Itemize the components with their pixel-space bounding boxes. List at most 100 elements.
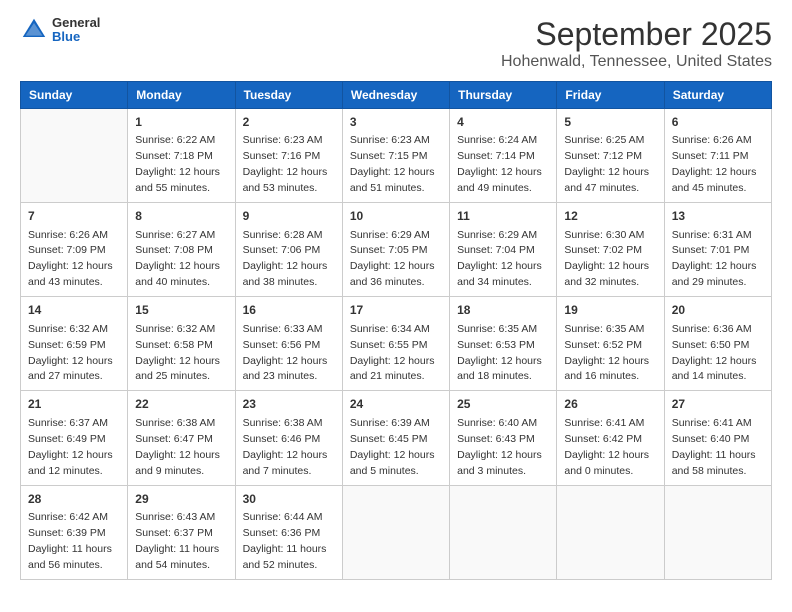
day-number: 18 — [457, 302, 549, 319]
calendar-cell: 25Sunrise: 6:40 AM Sunset: 6:43 PM Dayli… — [450, 391, 557, 485]
day-info: Sunrise: 6:23 AM Sunset: 7:16 PM Dayligh… — [243, 134, 328, 194]
day-number: 1 — [135, 114, 227, 131]
calendar-cell: 12Sunrise: 6:30 AM Sunset: 7:02 PM Dayli… — [557, 203, 664, 297]
calendar-cell: 20 Sunrise: 6:36 AM Sunset: 6:50 PM Dayli… — [664, 297, 771, 391]
day-number: 9 — [243, 208, 335, 225]
day-info: Sunrise: 6:38 AM Sunset: 6:46 PM Dayligh… — [243, 417, 328, 477]
calendar-cell: 4 Sunrise: 6:24 AM Sunset: 7:14 PM Daylig… — [450, 109, 557, 203]
day-number: 16 — [243, 302, 335, 319]
calendar-cell: 13 Sunrise: 6:31 AM Sunset: 7:01 PM Dayli… — [664, 203, 771, 297]
calendar-cell: 7Sunrise: 6:26 AM Sunset: 7:09 PM Daylig… — [21, 203, 128, 297]
day-info: Sunrise: 6:29 AM Sunset: 7:04 PM Dayligh… — [457, 229, 542, 289]
day-info: Sunrise: 6:36 AM Sunset: 6:50 PM Dayligh… — [672, 323, 757, 383]
calendar-cell: 14 Sunrise: 6:32 AM Sunset: 6:59 PM Dayli… — [21, 297, 128, 391]
day-number: 28 — [28, 491, 120, 508]
logo-text: General Blue — [52, 16, 100, 45]
day-number: 8 — [135, 208, 227, 225]
day-number: 11 — [457, 208, 549, 225]
day-number: 5 — [564, 114, 656, 131]
day-number: 15 — [135, 302, 227, 319]
page-container: General Blue September 2025 Hohenwald, T… — [0, 0, 792, 590]
calendar-cell: 8 Sunrise: 6:27 AM Sunset: 7:08 PM Daylig… — [128, 203, 235, 297]
calendar-cell: 6Sunrise: 6:26 AM Sunset: 7:11 PM Daylig… — [664, 109, 771, 203]
calendar-cell: 1 Sunrise: 6:22 AM Sunset: 7:18 PM Daylig… — [128, 109, 235, 203]
calendar-cell: 15 Sunrise: 6:32 AM Sunset: 6:58 PM Dayli… — [128, 297, 235, 391]
calendar-week-5: 28Sunrise: 6:42 AM Sunset: 6:39 PM Dayli… — [21, 485, 772, 579]
calendar-cell: 9 Sunrise: 6:28 AM Sunset: 7:06 PM Daylig… — [235, 203, 342, 297]
weekday-header-wednesday: Wednesday — [342, 82, 449, 109]
day-number: 14 — [28, 302, 120, 319]
day-info: Sunrise: 6:24 AM Sunset: 7:14 PM Dayligh… — [457, 134, 542, 194]
calendar-header: SundayMondayTuesdayWednesdayThursdayFrid… — [21, 82, 772, 109]
calendar-cell: 21Sunrise: 6:37 AM Sunset: 6:49 PM Dayli… — [21, 391, 128, 485]
weekday-header-friday: Friday — [557, 82, 664, 109]
day-number: 23 — [243, 396, 335, 413]
day-info: Sunrise: 6:32 AM Sunset: 6:58 PM Dayligh… — [135, 323, 220, 383]
calendar-cell: 10 Sunrise: 6:29 AM Sunset: 7:05 PM Dayli… — [342, 203, 449, 297]
calendar-body: 1 Sunrise: 6:22 AM Sunset: 7:18 PM Daylig… — [21, 109, 772, 580]
day-info: Sunrise: 6:29 AM Sunset: 7:05 PM Dayligh… — [350, 229, 435, 289]
title-block: September 2025 Hohenwald, Tennessee, Uni… — [501, 16, 772, 71]
calendar-week-2: 7Sunrise: 6:26 AM Sunset: 7:09 PM Daylig… — [21, 203, 772, 297]
calendar-cell: 26 Sunrise: 6:41 AM Sunset: 6:42 PM Dayli… — [557, 391, 664, 485]
day-info: Sunrise: 6:35 AM Sunset: 6:52 PM Dayligh… — [564, 323, 649, 383]
calendar-cell: 27 Sunrise: 6:41 AM Sunset: 6:40 PM Dayli… — [664, 391, 771, 485]
calendar-cell: 22 Sunrise: 6:38 AM Sunset: 6:47 PM Dayli… — [128, 391, 235, 485]
day-info: Sunrise: 6:44 AM Sunset: 6:36 PM Dayligh… — [243, 511, 327, 571]
day-number: 24 — [350, 396, 442, 413]
calendar-cell: 16Sunrise: 6:33 AM Sunset: 6:56 PM Dayli… — [235, 297, 342, 391]
day-number: 20 — [672, 302, 764, 319]
day-number: 13 — [672, 208, 764, 225]
day-number: 26 — [564, 396, 656, 413]
day-number: 4 — [457, 114, 549, 131]
calendar-week-4: 21Sunrise: 6:37 AM Sunset: 6:49 PM Dayli… — [21, 391, 772, 485]
calendar-cell: 18 Sunrise: 6:35 AM Sunset: 6:53 PM Dayli… — [450, 297, 557, 391]
day-info: Sunrise: 6:22 AM Sunset: 7:18 PM Dayligh… — [135, 134, 220, 194]
calendar-week-3: 14 Sunrise: 6:32 AM Sunset: 6:59 PM Dayli… — [21, 297, 772, 391]
day-info: Sunrise: 6:27 AM Sunset: 7:08 PM Dayligh… — [135, 229, 220, 289]
weekday-header-sunday: Sunday — [21, 82, 128, 109]
calendar-title: September 2025 — [501, 16, 772, 53]
day-number: 7 — [28, 208, 120, 225]
weekday-header-saturday: Saturday — [664, 82, 771, 109]
day-info: Sunrise: 6:38 AM Sunset: 6:47 PM Dayligh… — [135, 417, 220, 477]
calendar-cell: 24Sunrise: 6:39 AM Sunset: 6:45 PM Dayli… — [342, 391, 449, 485]
day-number: 10 — [350, 208, 442, 225]
weekday-header-row: SundayMondayTuesdayWednesdayThursdayFrid… — [21, 82, 772, 109]
day-number: 12 — [564, 208, 656, 225]
calendar-week-1: 1 Sunrise: 6:22 AM Sunset: 7:18 PM Daylig… — [21, 109, 772, 203]
day-info: Sunrise: 6:35 AM Sunset: 6:53 PM Dayligh… — [457, 323, 542, 383]
day-info: Sunrise: 6:41 AM Sunset: 6:40 PM Dayligh… — [672, 417, 756, 477]
calendar-cell: 17 Sunrise: 6:34 AM Sunset: 6:55 PM Dayli… — [342, 297, 449, 391]
day-info: Sunrise: 6:34 AM Sunset: 6:55 PM Dayligh… — [350, 323, 435, 383]
day-info: Sunrise: 6:31 AM Sunset: 7:01 PM Dayligh… — [672, 229, 757, 289]
calendar-cell: 5Sunrise: 6:25 AM Sunset: 7:12 PM Daylig… — [557, 109, 664, 203]
day-info: Sunrise: 6:26 AM Sunset: 7:11 PM Dayligh… — [672, 134, 757, 194]
calendar-cell — [342, 485, 449, 579]
day-number: 3 — [350, 114, 442, 131]
day-number: 19 — [564, 302, 656, 319]
weekday-header-thursday: Thursday — [450, 82, 557, 109]
calendar-cell: 11 Sunrise: 6:29 AM Sunset: 7:04 PM Dayli… — [450, 203, 557, 297]
day-number: 25 — [457, 396, 549, 413]
calendar-cell: 28Sunrise: 6:42 AM Sunset: 6:39 PM Dayli… — [21, 485, 128, 579]
calendar-cell — [450, 485, 557, 579]
day-info: Sunrise: 6:41 AM Sunset: 6:42 PM Dayligh… — [564, 417, 649, 477]
calendar-cell — [557, 485, 664, 579]
day-number: 17 — [350, 302, 442, 319]
calendar-cell — [664, 485, 771, 579]
calendar-cell: 2Sunrise: 6:23 AM Sunset: 7:16 PM Daylig… — [235, 109, 342, 203]
day-number: 22 — [135, 396, 227, 413]
day-info: Sunrise: 6:28 AM Sunset: 7:06 PM Dayligh… — [243, 229, 328, 289]
calendar-cell: 23 Sunrise: 6:38 AM Sunset: 6:46 PM Dayli… — [235, 391, 342, 485]
day-info: Sunrise: 6:32 AM Sunset: 6:59 PM Dayligh… — [28, 323, 113, 383]
day-number: 21 — [28, 396, 120, 413]
weekday-header-tuesday: Tuesday — [235, 82, 342, 109]
header: General Blue September 2025 Hohenwald, T… — [20, 16, 772, 71]
calendar-cell: 29Sunrise: 6:43 AM Sunset: 6:37 PM Dayli… — [128, 485, 235, 579]
day-number: 27 — [672, 396, 764, 413]
calendar-cell — [21, 109, 128, 203]
day-info: Sunrise: 6:43 AM Sunset: 6:37 PM Dayligh… — [135, 511, 219, 571]
logo: General Blue — [20, 16, 100, 45]
weekday-header-monday: Monday — [128, 82, 235, 109]
